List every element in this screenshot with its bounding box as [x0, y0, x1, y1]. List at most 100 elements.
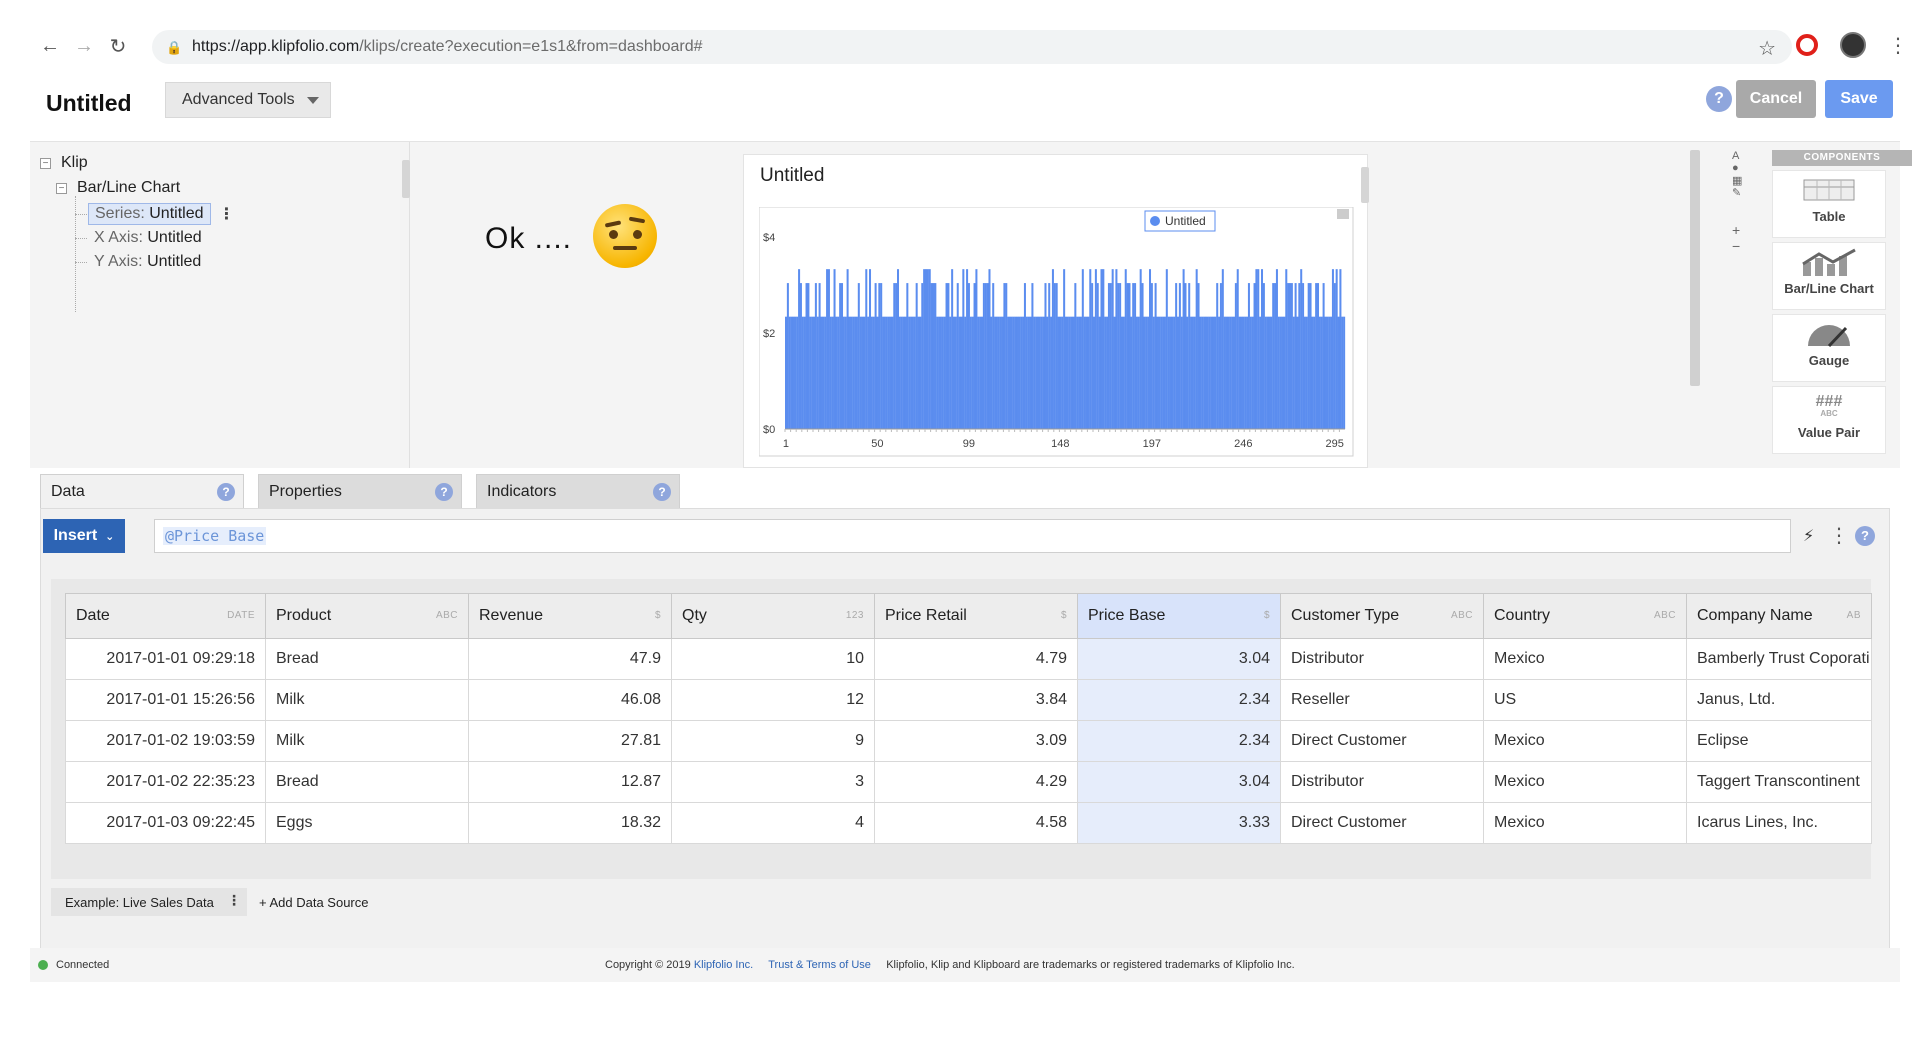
column-header[interactable]: Price Base $ [1077, 593, 1281, 639]
help-icon[interactable]: ? [217, 483, 235, 501]
table-cell[interactable]: 27.81 [468, 720, 672, 762]
company-link[interactable]: Klipfolio Inc. [694, 959, 753, 971]
data-source-menu-icon[interactable]: ⋮ [227, 892, 241, 909]
cancel-button[interactable]: Cancel [1736, 80, 1816, 118]
tree-item-bar-line-chart[interactable]: − Bar/Line Chart [56, 179, 180, 197]
save-button[interactable]: Save [1825, 80, 1893, 118]
column-header[interactable]: Country ABC [1483, 593, 1687, 639]
component-bar-line-chart[interactable]: Bar/Line Chart [1772, 242, 1886, 310]
tab-data[interactable]: Data ? [40, 474, 244, 510]
klip-title[interactable]: Untitled [46, 90, 132, 117]
table-cell[interactable]: Distributor [1280, 761, 1484, 803]
table-cell[interactable]: 3.33 [1077, 802, 1281, 844]
table-cell[interactable]: 9 [671, 720, 875, 762]
column-header[interactable]: Price Retail $ [874, 593, 1078, 639]
opera-icon[interactable] [1796, 34, 1818, 56]
table-cell[interactable]: 2.34 [1077, 679, 1281, 721]
help-icon[interactable]: ? [1706, 86, 1732, 112]
table-cell[interactable]: Bread [265, 761, 469, 803]
table-cell[interactable]: Eggs [265, 802, 469, 844]
tree-item-y-axis[interactable]: Y Axis: Untitled [94, 253, 201, 271]
bookmark-star-icon[interactable]: ☆ [1758, 36, 1776, 61]
table-cell[interactable]: Taggert Transcontinent [1686, 761, 1872, 803]
workspace-scrollbar[interactable] [1690, 150, 1700, 386]
forward-icon[interactable]: → [70, 32, 98, 60]
column-header[interactable]: Company Name AB [1686, 593, 1872, 639]
add-data-source-link[interactable]: + Add Data Source [259, 895, 369, 910]
table-cell[interactable]: 12 [671, 679, 875, 721]
table-cell[interactable]: 4 [671, 802, 875, 844]
klip-preview[interactable]: Untitled $0 $2 $4 1 50 99 148 197 246 295 Untitl… [743, 154, 1369, 468]
column-header[interactable]: Qty 123 [671, 593, 875, 639]
table-cell[interactable]: 2017-01-01 09:29:18 [65, 638, 266, 680]
table-cell[interactable]: 3.09 [874, 720, 1078, 762]
table-cell[interactable]: 4.29 [874, 761, 1078, 803]
table-cell[interactable]: 2017-01-02 19:03:59 [65, 720, 266, 762]
back-icon[interactable]: ← [36, 32, 64, 60]
table-cell[interactable]: Milk [265, 720, 469, 762]
chart-legend[interactable]: Untitled [1144, 210, 1216, 232]
table-cell[interactable]: 3 [671, 761, 875, 803]
profile-avatar[interactable] [1840, 32, 1866, 58]
table-cell[interactable]: Direct Customer [1280, 802, 1484, 844]
table-cell[interactable]: Janus, Ltd. [1686, 679, 1872, 721]
lightning-bolt-icon[interactable]: ⚡ [1803, 526, 1815, 546]
table-cell[interactable]: 12.87 [468, 761, 672, 803]
chart-resize-icon[interactable] [1337, 209, 1349, 219]
series-menu-icon[interactable]: ⋮ [219, 204, 235, 224]
component-gauge[interactable]: Gauge [1772, 314, 1886, 382]
address-bar[interactable]: 🔒 https://app.klipfolio.com/klips/create… [152, 30, 1792, 64]
table-cell[interactable]: 4.79 [874, 638, 1078, 680]
column-header[interactable]: Customer Type ABC [1280, 593, 1484, 639]
table-cell[interactable]: Direct Customer [1280, 720, 1484, 762]
zoom-in-icon[interactable]: + [1732, 222, 1740, 238]
table-cell[interactable]: Bamberly Trust Coporati [1686, 638, 1872, 680]
tab-properties[interactable]: Properties ? [258, 474, 462, 510]
table-cell[interactable]: Mexico [1483, 761, 1687, 803]
column-header[interactable]: Product ABC [265, 593, 469, 639]
table-cell[interactable]: 2017-01-03 09:22:45 [65, 802, 266, 844]
tree-item-series[interactable]: Series: Untitled ⋮ [88, 203, 235, 225]
help-icon[interactable]: ? [435, 483, 453, 501]
table-cell[interactable]: 3.04 [1077, 638, 1281, 680]
table-cell[interactable]: Reseller [1280, 679, 1484, 721]
advanced-tools-dropdown[interactable]: Advanced Tools [165, 82, 331, 118]
terms-link[interactable]: Trust & Terms of Use [768, 959, 871, 971]
reload-icon[interactable]: ↻ [104, 32, 132, 60]
tree-item-klip[interactable]: − Klip [40, 154, 88, 172]
browser-menu-icon[interactable]: ⋮ [1888, 33, 1908, 58]
table-cell[interactable]: Mexico [1483, 638, 1687, 680]
tree-item-x-axis[interactable]: X Axis: Untitled [94, 229, 202, 247]
table-cell[interactable]: US [1483, 679, 1687, 721]
text-size-icon[interactable]: A [1732, 150, 1739, 162]
series-selection[interactable]: Series: Untitled [88, 203, 211, 225]
zoom-out-icon[interactable]: − [1732, 238, 1740, 254]
column-header[interactable]: Revenue $ [468, 593, 672, 639]
component-value-pair[interactable]: ### ABC Value Pair [1772, 386, 1886, 454]
formula-menu-icon[interactable]: ⋮ [1829, 523, 1849, 548]
table-cell[interactable]: 3.84 [874, 679, 1078, 721]
table-cell[interactable]: Distributor [1280, 638, 1484, 680]
shape-icon[interactable]: ● [1732, 162, 1739, 174]
table-cell[interactable]: Bread [265, 638, 469, 680]
table-cell[interactable]: Eclipse [1686, 720, 1872, 762]
table-cell[interactable]: Milk [265, 679, 469, 721]
insert-button[interactable]: Insert ⌄ [43, 519, 125, 553]
table-cell[interactable]: 2017-01-01 15:26:56 [65, 679, 266, 721]
tree-resize-handle[interactable] [402, 160, 410, 198]
help-icon[interactable]: ? [1855, 525, 1875, 546]
help-icon[interactable]: ? [653, 483, 671, 501]
table-cell[interactable]: 47.9 [468, 638, 672, 680]
table-cell[interactable]: 2017-01-02 22:35:23 [65, 761, 266, 803]
table-cell[interactable]: 46.08 [468, 679, 672, 721]
data-source-tab[interactable]: Example: Live Sales Data ⋮ [51, 888, 247, 916]
formula-reference[interactable]: @Price Base [163, 527, 267, 545]
tab-indicators[interactable]: Indicators ? [476, 474, 680, 510]
table-cell[interactable]: 4.58 [874, 802, 1078, 844]
table-cell[interactable]: 3.04 [1077, 761, 1281, 803]
column-header[interactable]: Date DATE [65, 593, 266, 639]
collapse-icon[interactable]: − [56, 182, 67, 194]
table-cell[interactable]: Icarus Lines, Inc. [1686, 802, 1872, 844]
paint-icon[interactable]: ✎ [1732, 186, 1741, 199]
collapse-icon[interactable]: − [40, 157, 51, 169]
